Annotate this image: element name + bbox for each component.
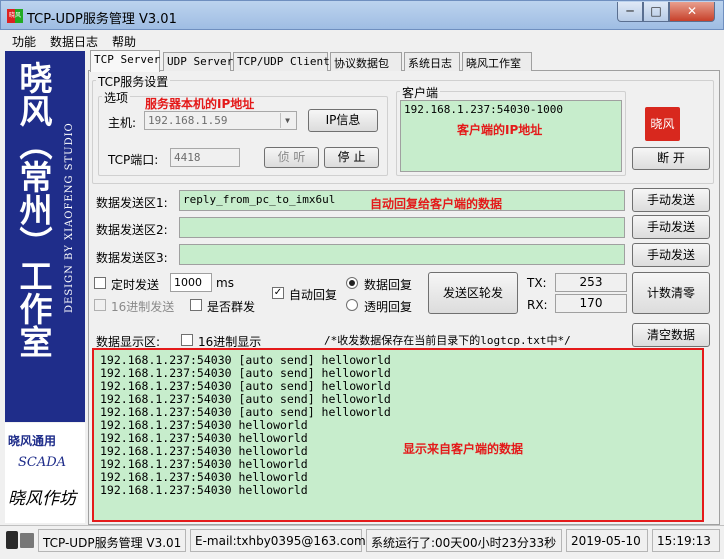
studio-banner: 晓风（常州）工作室 DESIGN BY XIAOFENG STUDIO bbox=[5, 51, 85, 422]
client-annotation: 客户端的IP地址 bbox=[457, 123, 543, 137]
send-area-1-label: 数据发送区1: bbox=[96, 196, 168, 210]
scada-label: SCADA bbox=[18, 455, 67, 470]
clear-data-button[interactable]: 清空数据 bbox=[632, 323, 710, 347]
window-title: TCP-UDP服务管理 V3.01 bbox=[27, 12, 177, 27]
status-date: 2019-05-10 bbox=[566, 529, 648, 552]
send-area-1-annotation: 自动回复给客户端的数据 bbox=[370, 197, 503, 211]
maximize-button[interactable]: □ bbox=[643, 2, 669, 22]
rx-label: RX: bbox=[527, 298, 548, 312]
tab-studio[interactable]: 晓风工作室 bbox=[462, 52, 532, 71]
ip-info-button[interactable]: IP信息 bbox=[308, 109, 378, 132]
host-value: 192.168.1.59 bbox=[148, 114, 228, 127]
tab-tcp-udp-client[interactable]: TCP/UDP Client bbox=[233, 52, 330, 71]
port-label: TCP端口: bbox=[108, 153, 159, 167]
send-area-3-label: 数据发送区3: bbox=[96, 251, 168, 265]
send-area-3-field[interactable] bbox=[179, 244, 625, 265]
manual-send-button-1[interactable]: 手动发送 bbox=[632, 188, 710, 212]
scada-title: 晓风通用 bbox=[8, 434, 57, 448]
scada-signature: 晓风作坊 bbox=[8, 489, 76, 509]
display-annotation: 显示来自客户端的数据 bbox=[403, 442, 524, 456]
banner-studio-name: 晓风（常州）工作室 bbox=[14, 61, 53, 358]
host-label: 主机: bbox=[108, 116, 137, 130]
banner-design-by: DESIGN BY XIAOFENG STUDIO bbox=[64, 122, 75, 313]
host-select[interactable]: 192.168.1.59 ▼ bbox=[144, 111, 297, 130]
chevron-down-icon[interactable]: ▼ bbox=[280, 113, 294, 128]
status-time: 15:19:13 bbox=[652, 529, 720, 552]
status-email: E-mail:txhby0395@163.com bbox=[190, 529, 366, 552]
tx-count: 253 bbox=[555, 273, 627, 292]
log-save-note: /*收发数据保存在当前目录下的logtcp.txt中*/ bbox=[324, 334, 571, 347]
broadcast-checkbox[interactable] bbox=[190, 299, 202, 311]
options-label: 选项 bbox=[102, 89, 131, 106]
status-bar: TCP-UDP服务管理 V3.01 E-mail:txhby0395@163.c… bbox=[0, 525, 724, 559]
transparent-reply-label: 透明回复 bbox=[364, 300, 413, 314]
hex-display-checkbox[interactable] bbox=[181, 334, 193, 346]
client-list[interactable]: 192.168.1.237:54030-1000 客户端的IP地址 bbox=[400, 100, 622, 172]
studio-seal-icon: 晓风 bbox=[645, 107, 680, 141]
status-uptime: 系统运行了:00天00小时23分33秒 bbox=[366, 529, 562, 552]
ms-unit-label: ms bbox=[216, 276, 234, 290]
data-reply-radio[interactable] bbox=[346, 277, 358, 289]
hex-send-checkbox[interactable] bbox=[94, 299, 106, 311]
tab-system-log[interactable]: 系统日志 bbox=[404, 52, 460, 71]
log-line: 192.168.1.237:54030 helloworld bbox=[100, 483, 308, 497]
client-group-label: 客户端 bbox=[400, 84, 441, 101]
count-clear-button[interactable]: 计数清零 bbox=[632, 272, 710, 314]
send-area-2-label: 数据发送区2: bbox=[96, 223, 168, 237]
close-button[interactable]: ✕ bbox=[669, 2, 715, 22]
manual-send-button-3[interactable]: 手动发送 bbox=[632, 243, 710, 267]
send-area-1-value: reply_from_pc_to_imx6ul bbox=[183, 193, 336, 206]
host-annotation: 服务器本机的IP地址 bbox=[145, 97, 255, 111]
stop-button[interactable]: 停 止 bbox=[324, 147, 379, 168]
menu-help[interactable]: 帮助 bbox=[112, 33, 136, 50]
auto-reply-checkbox[interactable]: ✓ bbox=[272, 287, 284, 299]
timed-ms-field[interactable]: 1000 bbox=[170, 273, 212, 292]
manual-send-button-2[interactable]: 手动发送 bbox=[632, 215, 710, 239]
menu-data-log[interactable]: 数据日志 bbox=[50, 33, 98, 50]
send-area-1-field[interactable]: reply_from_pc_to_imx6ul 自动回复给客户端的数据 bbox=[179, 190, 625, 211]
log-lines: 192.168.1.237:54030 [auto send] hellowor… bbox=[100, 354, 391, 497]
tab-udp-server[interactable]: UDP Server bbox=[163, 52, 233, 71]
menu-bar: 功能 数据日志 帮助 bbox=[4, 30, 720, 50]
transparent-reply-radio[interactable] bbox=[346, 299, 358, 311]
tx-label: TX: bbox=[527, 276, 547, 290]
client-item[interactable]: 192.168.1.237:54030-1000 bbox=[404, 103, 563, 116]
tab-tcp-server[interactable]: TCP Server bbox=[90, 50, 160, 72]
listen-button[interactable]: 侦 听 bbox=[264, 147, 319, 168]
broadcast-label: 是否群发 bbox=[207, 300, 256, 314]
status-app-name: TCP-UDP服务管理 V3.01 bbox=[38, 529, 186, 552]
auto-reply-label: 自动回复 bbox=[289, 288, 338, 302]
port-field[interactable]: 4418 bbox=[170, 148, 240, 167]
rx-count: 170 bbox=[555, 294, 627, 313]
status-app-icon bbox=[4, 529, 38, 552]
app-icon: 晓风 bbox=[7, 9, 23, 23]
timed-send-label: 定时发送 bbox=[111, 278, 160, 292]
data-display-area[interactable]: 192.168.1.237:54030 [auto send] hellowor… bbox=[92, 348, 704, 522]
hex-send-label: 16进制发送 bbox=[111, 300, 175, 314]
tcp-settings-label: TCP服务设置 bbox=[96, 73, 171, 90]
title-bar[interactable]: 晓风 TCP-UDP服务管理 V3.01 ─ □ ✕ bbox=[0, 0, 724, 30]
tab-protocol-packet[interactable]: 协议数据包 bbox=[330, 52, 402, 71]
disconnect-button[interactable]: 断 开 bbox=[632, 147, 710, 170]
data-reply-label: 数据回复 bbox=[364, 278, 413, 292]
rotate-send-button[interactable]: 发送区轮发 bbox=[428, 272, 518, 314]
send-area-2-field[interactable] bbox=[179, 217, 625, 238]
timed-send-checkbox[interactable] bbox=[94, 277, 106, 289]
menu-function[interactable]: 功能 bbox=[12, 33, 36, 50]
minimize-button[interactable]: ─ bbox=[617, 2, 643, 22]
